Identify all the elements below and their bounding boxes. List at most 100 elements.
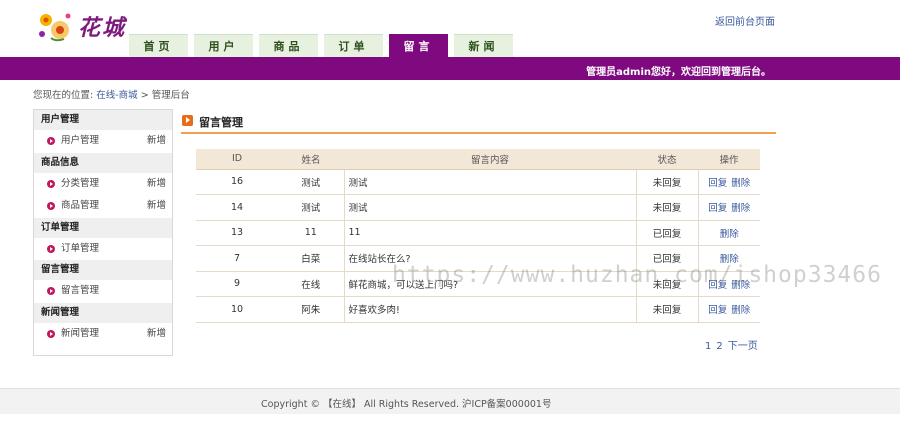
delete-link[interactable]: 删除 — [731, 178, 750, 189]
reply-link[interactable]: 回复 — [708, 203, 727, 214]
cell-status: 未回复 — [636, 169, 698, 195]
bullet-arrow-icon — [47, 202, 55, 210]
sidebar-item[interactable]: 留言管理 — [34, 280, 172, 303]
sidebar-group-title: 留言管理 — [34, 260, 172, 280]
section-title: 留言管理 — [199, 116, 243, 129]
column-header-content: 留言内容 — [344, 149, 636, 170]
sidebar-item[interactable]: 新闻管理 新增 — [34, 323, 172, 346]
nav-tab-4[interactable]: 留言 — [389, 34, 448, 57]
bullet-arrow-icon — [47, 137, 55, 145]
sidebar-group-title: 用户管理 — [34, 110, 172, 130]
site-logo[interactable]: 花城 — [34, 8, 129, 48]
breadcrumb-separator: > — [140, 90, 149, 101]
welcome-text: 管理员admin您好，欢迎回到管理后台。 — [586, 67, 771, 78]
breadcrumb: 您现在的位置: 在线-商城 > 管理后台 — [33, 87, 190, 101]
delete-link[interactable]: 删除 — [720, 229, 739, 240]
cell-status: 未回复 — [636, 194, 698, 221]
sidebar-group-title: 新闻管理 — [34, 302, 172, 323]
cell-content: 测试 — [343, 194, 637, 221]
sidebar-item-label[interactable]: 用户管理 — [61, 135, 99, 146]
next-page-link[interactable]: 下一页 — [728, 341, 758, 352]
cell-name: 测试 — [278, 169, 344, 195]
reply-link[interactable]: 回复 — [708, 178, 727, 189]
cell-id: 16 — [196, 169, 278, 195]
delete-link[interactable]: 删除 — [731, 203, 750, 214]
nav-tab-2[interactable]: 商品 — [259, 34, 318, 57]
sidebar-item-label[interactable]: 留言管理 — [61, 285, 99, 296]
sidebar-add-link[interactable]: 新增 — [147, 323, 166, 346]
cell-id: 10 — [196, 296, 278, 323]
cell-id: 9 — [196, 271, 278, 297]
main-nav: 首页 用户 商品 订单 留言 新闻 — [129, 34, 513, 57]
logo-text: 花城 — [78, 15, 127, 41]
nav-tab-1[interactable]: 用户 — [194, 34, 253, 57]
admin-page: 花城 返回前台页面 首页 用户 商品 订单 留言 新闻 管理员admin您好，欢迎回到管理… — [0, 0, 900, 434]
flower-logo-icon — [39, 13, 71, 42]
cell-actions: 删除 — [697, 220, 760, 246]
table-row: 13 11 11 已回复 删除 — [196, 220, 760, 246]
table-row: 14 测试 测试 未回复 回复 删除 — [196, 194, 760, 221]
bullet-arrow-icon — [47, 244, 55, 253]
breadcrumb-current: 管理后台 — [151, 90, 190, 101]
sidebar-item-label[interactable]: 新闻管理 — [61, 328, 99, 339]
table-row: 16 测试 测试 未回复 回复 删除 — [196, 169, 760, 195]
welcome-bar: 管理员admin您好，欢迎回到管理后台。 — [0, 57, 900, 80]
pagination: 1 2 下一页 — [700, 337, 758, 352]
section-header: 留言管理 — [181, 113, 776, 134]
sidebar-group-title: 商品信息 — [34, 152, 172, 173]
table-header-row: ID 姓名 留言内容 状态 操作 — [196, 149, 760, 170]
sidebar-item-label[interactable]: 订单管理 — [61, 243, 99, 254]
reply-link[interactable]: 回复 — [708, 305, 727, 316]
cell-content: 好喜欢多肉! — [343, 296, 637, 323]
cell-actions: 回复 删除 — [697, 169, 760, 195]
nav-tab-5[interactable]: 新闻 — [454, 34, 513, 57]
column-header-id: ID — [196, 149, 278, 170]
cell-content: 测试 — [343, 169, 637, 195]
nav-tab-0[interactable]: 首页 — [129, 34, 188, 57]
table-row: 10 阿朱 好喜欢多肉! 未回复 回复 删除 — [196, 296, 760, 323]
breadcrumb-prefix: 您现在的位置: — [33, 90, 94, 101]
copyright-text: Copyright © 【在线】 All Rights Reserved. 沪I… — [261, 399, 552, 410]
column-header-name: 姓名 — [278, 149, 344, 170]
cell-actions: 回复 删除 — [697, 194, 760, 221]
cell-id: 14 — [196, 194, 278, 221]
bullet-arrow-icon — [47, 179, 55, 188]
sidebar-add-link[interactable]: 新增 — [147, 130, 166, 153]
cell-id: 7 — [196, 245, 278, 272]
watermark-text: https://www.huzhan.com/ishop33466 — [392, 262, 882, 288]
cell-actions: 回复 删除 — [697, 296, 760, 323]
delete-link[interactable]: 删除 — [731, 305, 750, 316]
back-to-frontend-link[interactable]: 返回前台页面 — [715, 13, 775, 28]
sidebar-item[interactable]: 商品管理 新增 — [34, 195, 172, 218]
footer: Copyright © 【在线】 All Rights Reserved. 沪I… — [0, 388, 900, 414]
cell-name: 白菜 — [278, 245, 344, 272]
page-link-1[interactable]: 1 — [705, 341, 711, 352]
cell-name: 在线 — [278, 271, 344, 297]
sidebar-item[interactable]: 订单管理 — [34, 238, 172, 261]
breadcrumb-link-home[interactable]: 在线-商城 — [96, 90, 137, 101]
sidebar-group-title: 订单管理 — [34, 217, 172, 238]
bullet-arrow-icon — [47, 287, 55, 295]
sidebar-item[interactable]: 用户管理 新增 — [34, 130, 172, 153]
cell-name: 阿朱 — [278, 296, 344, 323]
sidebar-item[interactable]: 分类管理 新增 — [34, 173, 172, 196]
cell-status: 已回复 — [636, 220, 698, 246]
messages-table: ID 姓名 留言内容 状态 操作 16 测试 测试 未回复 回复 删除 14 测试 测试 未回复回… — [196, 149, 760, 323]
bullet-arrow-icon — [47, 329, 55, 338]
cell-status: 未回复 — [636, 296, 698, 323]
arrow-right-icon — [182, 115, 193, 126]
cell-name: 11 — [278, 220, 344, 246]
header: 花城 返回前台页面 首页 用户 商品 订单 留言 新闻 — [0, 0, 900, 57]
sidebar-item-label[interactable]: 商品管理 — [61, 200, 99, 211]
nav-tab-3[interactable]: 订单 — [324, 34, 383, 57]
sidebar: 用户管理 用户管理 新增 商品信息 分类管理 新增 商品管理 新增 订单管理 订单管理 留言管理 留言… — [33, 109, 173, 356]
sidebar-item-label[interactable]: 分类管理 — [61, 178, 99, 189]
column-header-actions: 操作 — [698, 149, 760, 170]
sidebar-add-link[interactable]: 新增 — [147, 173, 166, 196]
page-link-2[interactable]: 2 — [716, 341, 722, 352]
sidebar-add-link[interactable]: 新增 — [147, 195, 166, 218]
cell-id: 13 — [196, 220, 278, 246]
cell-content: 11 — [343, 220, 637, 246]
cell-name: 测试 — [278, 194, 344, 221]
column-header-status: 状态 — [636, 149, 698, 170]
